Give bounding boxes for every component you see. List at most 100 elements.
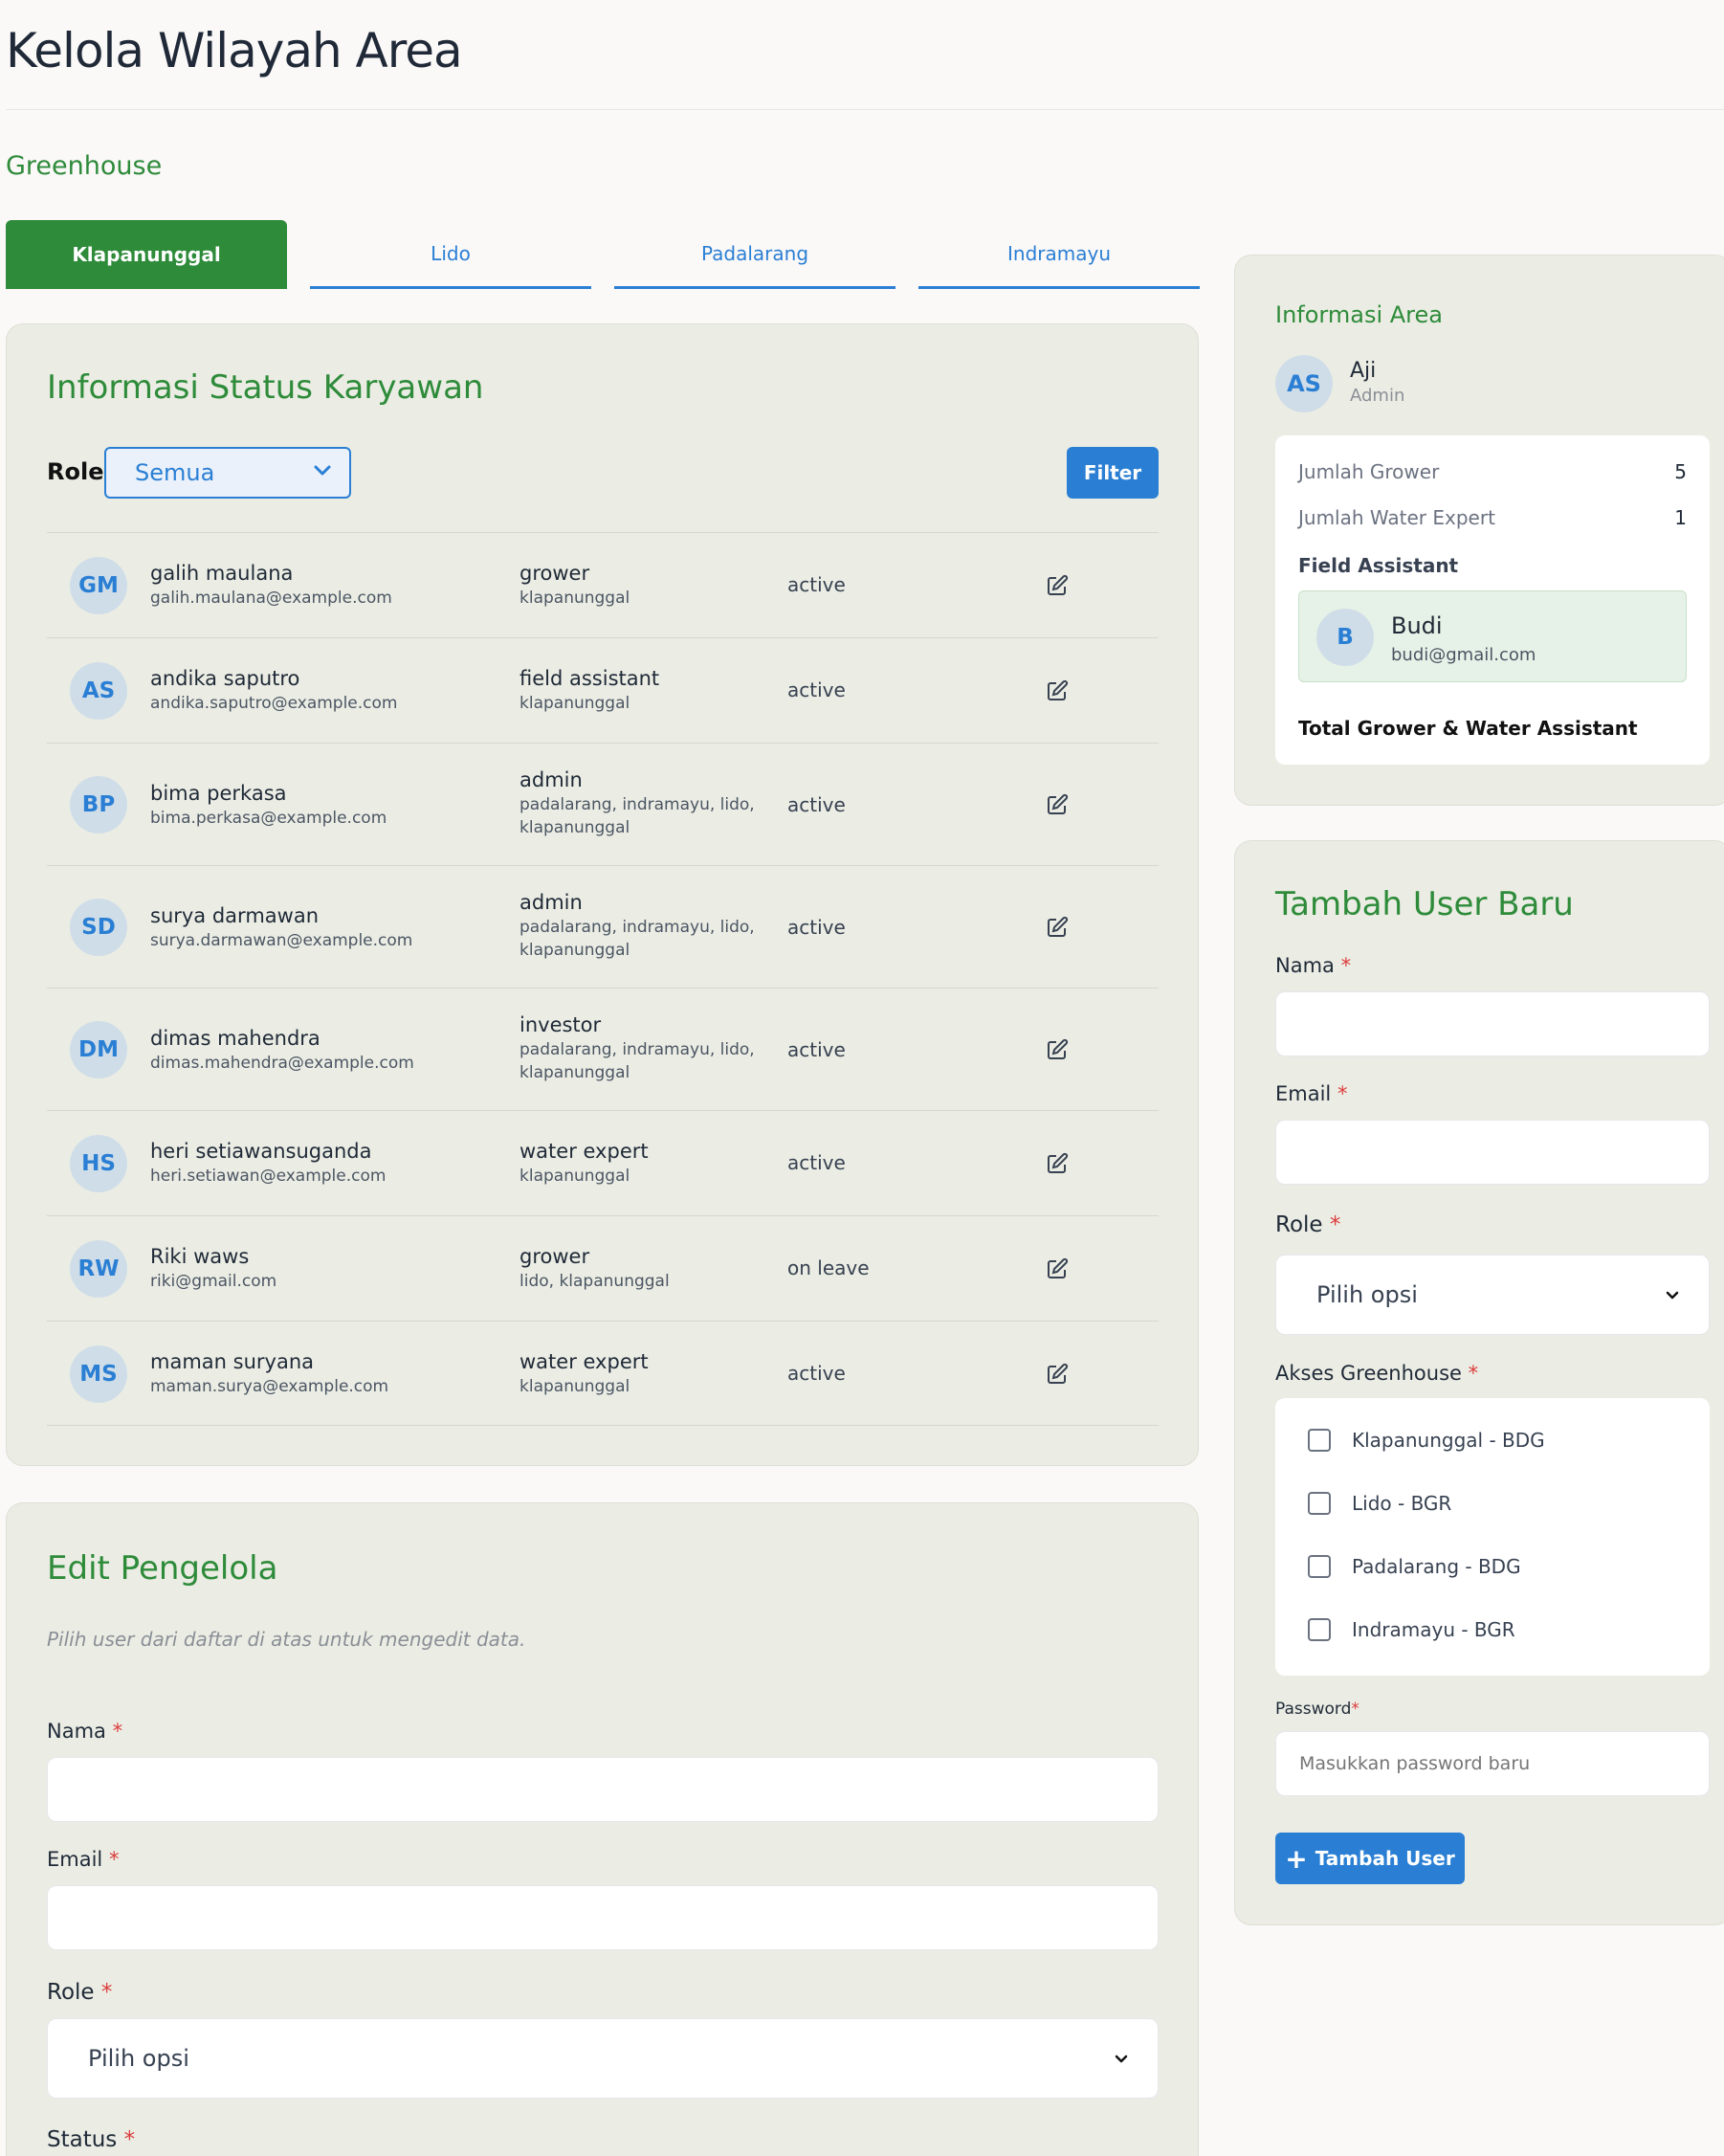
access-option-label: Klapanunggal - BDG — [1352, 1429, 1545, 1452]
edit-status-label: Status * — [47, 2127, 136, 2152]
employee-email: galih.maulana@example.com — [150, 589, 392, 608]
access-option-klapanunggal[interactable]: Klapanunggal - BDG — [1308, 1429, 1545, 1452]
add-user-title: Tambah User Baru — [1275, 885, 1574, 923]
employee-name: maman suryana — [150, 1350, 314, 1373]
avatar: DM — [70, 1021, 127, 1078]
access-option-label: Padalarang - BDG — [1352, 1555, 1521, 1578]
tab-lido[interactable]: Lido — [310, 220, 591, 289]
employee-row[interactable]: DM dimas mahendra dimas.mahendra@example… — [47, 988, 1159, 1110]
employee-row[interactable]: AS andika saputro andika.saputro@example… — [47, 637, 1159, 743]
edit-role-select[interactable]: Pilih opsi — [47, 2018, 1159, 2099]
edit-manager-card: Edit Pengelola Pilih user dari daftar di… — [6, 1502, 1199, 2156]
add-user-card: Tambah User Baru Nama * Email * Role * P… — [1234, 840, 1724, 1925]
employee-area: klapanunggal — [519, 694, 630, 713]
employee-area: klapanunggal — [519, 1377, 630, 1396]
plus-icon: + — [1285, 1842, 1308, 1875]
employee-name: galih maulana — [150, 562, 294, 585]
avatar: HS — [70, 1135, 127, 1192]
employee-row[interactable]: SD surya darmawan surya.darmawan@example… — [47, 865, 1159, 988]
role-filter-label: Role — [47, 458, 104, 485]
filter-button[interactable]: Filter — [1067, 447, 1159, 499]
edit-email-label: Email * — [47, 1848, 120, 1871]
employee-status-card: Informasi Status Karyawan Role Semua Fil… — [6, 323, 1199, 1466]
employee-status: active — [787, 1151, 846, 1174]
password-field[interactable] — [1275, 1731, 1710, 1796]
edit-icon[interactable] — [1046, 679, 1069, 702]
employee-email: riki@gmail.com — [150, 1272, 277, 1291]
checkbox[interactable] — [1308, 1618, 1331, 1641]
employee-email: dimas.mahendra@example.com — [150, 1054, 414, 1073]
employee-row[interactable]: HS heri setiawansuganda heri.setiawan@ex… — [47, 1110, 1159, 1215]
chevron-down-icon — [1115, 2055, 1128, 2063]
tab-padalarang[interactable]: Padalarang — [614, 220, 895, 289]
area-info-card: Informasi Area AS Aji Admin Jumlah Growe… — [1234, 255, 1724, 806]
employee-email: bima.perkasa@example.com — [150, 809, 387, 828]
total-grower-label: Total Grower & Water Assistant — [1298, 717, 1638, 740]
checkbox[interactable] — [1308, 1555, 1331, 1578]
employee-email: maman.surya@example.com — [150, 1377, 389, 1396]
add-role-select[interactable]: Pilih opsi — [1275, 1255, 1710, 1335]
edit-icon[interactable] — [1046, 1038, 1069, 1061]
area-stats-box: Jumlah Grower 5 Jumlah Water Expert 1 Fi… — [1275, 435, 1710, 765]
access-option-label: Lido - BGR — [1352, 1492, 1452, 1515]
employee-role: water expert — [519, 1140, 649, 1163]
employee-email: heri.setiawan@example.com — [150, 1167, 387, 1186]
access-option-label: Indramayu - BGR — [1352, 1618, 1515, 1641]
employee-status: active — [787, 793, 846, 816]
employee-role: field assistant — [519, 667, 660, 690]
role-filter-value: Semua — [135, 459, 215, 486]
edit-icon[interactable] — [1046, 916, 1069, 939]
tab-indramayu[interactable]: Indramayu — [918, 220, 1200, 289]
employee-area: padalarang, indramayu, lido, klapanungga… — [519, 795, 755, 837]
employee-status: active — [787, 916, 846, 939]
add-role-label: Role * — [1275, 1212, 1341, 1237]
checkbox[interactable] — [1308, 1492, 1331, 1515]
employee-row[interactable]: RW Riki waws riki@gmail.com grower lido,… — [47, 1215, 1159, 1321]
employee-row[interactable]: GM galih maulana galih.maulana@example.c… — [47, 532, 1159, 637]
grower-count-label: Jumlah Grower — [1298, 460, 1440, 483]
add-name-field[interactable] — [1275, 991, 1710, 1056]
edit-icon[interactable] — [1046, 1363, 1069, 1386]
employee-status: on leave — [787, 1256, 870, 1279]
employee-row[interactable]: MS maman suryana maman.surya@example.com… — [47, 1321, 1159, 1426]
greenhouse-tabs: Klapanunggal Lido Padalarang Indramayu — [6, 220, 1200, 289]
role-filter-select[interactable]: Semua — [104, 447, 351, 499]
employee-list: GM galih maulana galih.maulana@example.c… — [47, 532, 1159, 1426]
access-option-padalarang[interactable]: Padalarang - BDG — [1308, 1555, 1521, 1578]
employee-area: lido, klapanunggal — [519, 1272, 670, 1291]
employee-role: investor — [519, 1013, 602, 1036]
edit-role-label: Role * — [47, 1980, 113, 2005]
area-info-title: Informasi Area — [1275, 301, 1443, 328]
tab-klapanunggal[interactable]: Klapanunggal — [6, 220, 287, 289]
avatar: AS — [1275, 355, 1333, 412]
avatar: B — [1316, 609, 1374, 666]
avatar: SD — [70, 899, 127, 956]
employee-role: admin — [519, 768, 583, 791]
employee-status: active — [787, 678, 846, 701]
add-user-button[interactable]: + Tambah User — [1275, 1833, 1465, 1884]
checkbox[interactable] — [1308, 1429, 1331, 1452]
access-option-lido[interactable]: Lido - BGR — [1308, 1492, 1451, 1515]
edit-icon[interactable] — [1046, 1257, 1069, 1280]
edit-icon[interactable] — [1046, 1152, 1069, 1175]
employee-area: klapanunggal — [519, 1167, 630, 1186]
avatar: GM — [70, 557, 127, 614]
edit-role-value: Pilih opsi — [88, 2045, 189, 2072]
employee-role: grower — [519, 1245, 590, 1268]
page-title: Kelola Wilayah Area — [6, 23, 463, 78]
grower-count-value: 5 — [1674, 460, 1687, 483]
edit-icon[interactable] — [1046, 793, 1069, 816]
add-email-field[interactable] — [1275, 1120, 1710, 1185]
employee-row[interactable]: BP bima perkasa bima.perkasa@example.com… — [47, 743, 1159, 865]
add-role-value: Pilih opsi — [1316, 1281, 1418, 1308]
greenhouse-access-list: Klapanunggal - BDG Lido - BGR Padalarang… — [1275, 1398, 1710, 1676]
employee-name: dimas mahendra — [150, 1027, 320, 1050]
edit-manager-title: Edit Pengelola — [47, 1549, 278, 1588]
edit-name-field[interactable] — [47, 1757, 1159, 1822]
edit-icon[interactable] — [1046, 574, 1069, 597]
avatar: MS — [70, 1345, 127, 1403]
employee-area: klapanunggal — [519, 589, 630, 608]
edit-email-field[interactable] — [47, 1885, 1159, 1950]
employee-email: andika.saputro@example.com — [150, 694, 398, 713]
access-option-indramayu[interactable]: Indramayu - BGR — [1308, 1618, 1515, 1641]
